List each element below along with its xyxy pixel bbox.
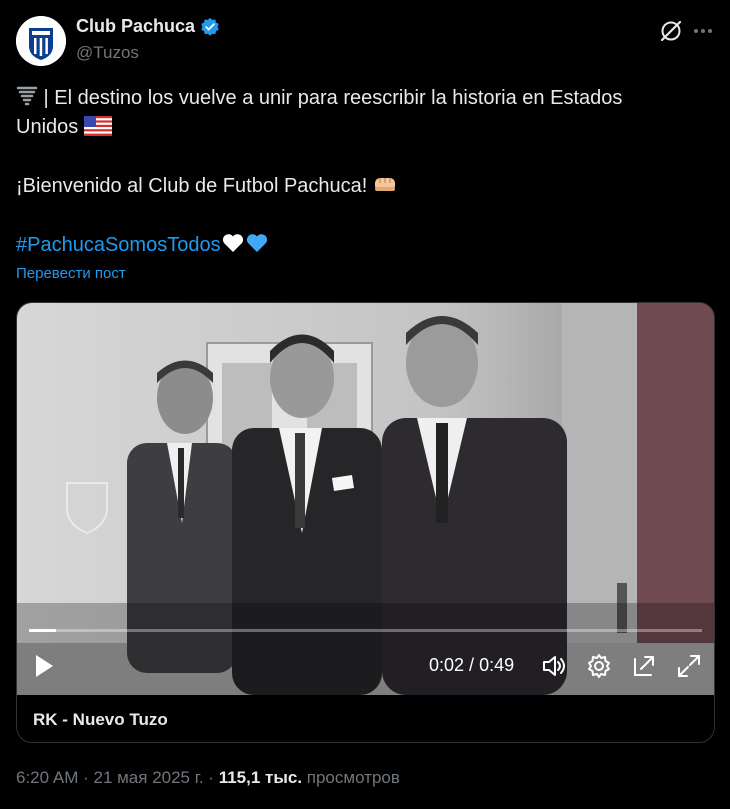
translate-post-link[interactable]: Перевести пост [16,265,126,282]
picture-in-picture-icon[interactable] [631,653,657,679]
play-icon[interactable] [33,653,55,679]
blue-heart-emoji-icon [246,234,267,252]
post-text-line-3: ¡Bienvenido al Club de Futbol Pachuca! [16,175,368,197]
video-time: 0:02 / 0:49 [429,655,515,675]
post-text: | El destino los vuelve a unir para rees… [16,84,706,260]
video-progress-bar[interactable] [29,629,702,632]
post-date[interactable]: 21 мая 2025 г. [93,768,203,787]
views-count: 115,1 тыс. [218,768,303,787]
more-options-icon[interactable] [692,20,714,42]
post-meta: 6:20 AM · 21 мая 2025 г. · 115,1 тыс. пр… [16,768,400,787]
video-duration: 0:49 [479,655,515,675]
tornado-emoji-icon [16,86,38,106]
white-heart-emoji-icon [222,234,243,252]
video-frame [17,303,714,695]
account-name[interactable]: Club Pachuca [76,16,195,37]
pachuca-crest-icon[interactable] [16,16,66,66]
post-header: Club Pachuca @Tuzos [16,14,714,66]
settings-gear-icon[interactable] [586,653,612,679]
post-text-line-2: Unidos [16,116,79,138]
post-time[interactable]: 6:20 AM [16,768,78,787]
verified-badge-icon [201,17,219,36]
us-flag-emoji-icon [83,116,112,136]
video-card[interactable]: 0:02 / 0:49 RK - Nuevo Tuzo [16,302,715,743]
video-current-time: 0:02 [429,655,465,675]
fist-emoji-icon [374,178,395,191]
video-caption: RK - Nuevo Tuzo [33,710,168,729]
post-text-line-1: | El destino los vuelve a unir para rees… [38,87,623,109]
hashtag-link[interactable]: #PachucaSomosTodos [16,234,221,256]
video-player[interactable]: 0:02 / 0:49 [17,303,714,695]
views-label: просмотров [302,768,400,787]
video-progress-fill [29,629,56,632]
account-handle[interactable]: @Tuzos [76,43,139,63]
grok-icon[interactable] [658,18,684,44]
fullscreen-icon[interactable] [676,653,702,679]
volume-muted-icon[interactable] [541,653,567,679]
